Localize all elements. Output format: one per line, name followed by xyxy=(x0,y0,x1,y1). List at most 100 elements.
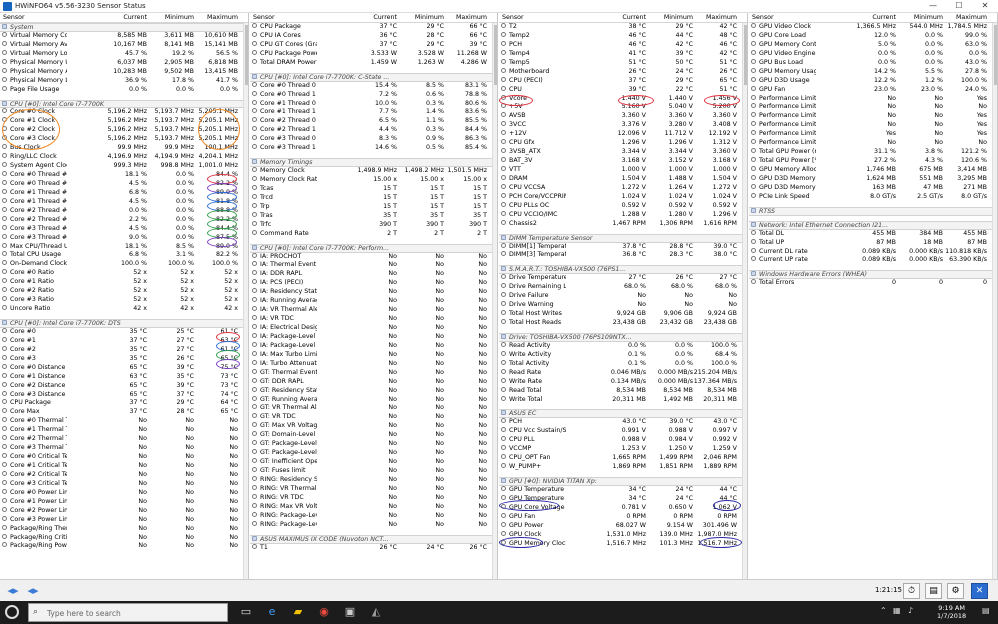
sensor-row[interactable]: IA: Running Average Thermal Limit No No No xyxy=(250,297,497,306)
sensor-row[interactable]: Core #2 Distance to TjMAX 65 °C 39 °C 73 °C xyxy=(0,381,248,391)
sensor-row[interactable]: GT: Fuses limit No No No xyxy=(250,467,497,476)
sensor-row[interactable]: Performance Limit - SLI GPUBoost Sync No N… xyxy=(749,139,997,148)
sensor-row[interactable]: IA: Turbo Attenuation (MCT) No No No xyxy=(250,359,497,369)
report-button[interactable]: ▤ xyxy=(925,583,942,599)
sensor-row[interactable]: Core #0 35 °C 25 °C 61 °C xyxy=(0,327,248,337)
header-maximum[interactable]: Maximum xyxy=(956,13,987,23)
scrollbar-thumb[interactable] xyxy=(994,25,997,85)
start-button[interactable] xyxy=(5,605,19,619)
sensor-row[interactable]: RING: Package-Level RAPL/PBM PL1 No No No xyxy=(250,511,497,521)
sensor-row[interactable]: Core #0 Power Limit Exceeded No No No xyxy=(0,488,248,498)
sensor-row[interactable]: Core #1 Thread #0 Usage 6.8 % 0.0 % 89.0 % xyxy=(0,188,248,198)
sensor-row[interactable]: Trfc 390 T 390 T 390 T xyxy=(250,220,497,230)
sensor-row[interactable]: Core #3 Thread #0 Usage 4.5 % 0.0 % 84.4 % xyxy=(0,224,248,234)
sensor-row[interactable]: Page File Usage 0.0 % 0.0 % 0.0 % xyxy=(0,85,248,95)
sensor-row[interactable]: GPU D3D Memory Dedicated 1,624 MB 551 MB 3,… xyxy=(749,174,997,184)
sensor-row[interactable]: GPU Temperature 34 °C 24 °C 44 °C xyxy=(499,485,747,495)
sensor-row[interactable]: Vcore 1.440 V 1.440 V 1.456 V xyxy=(499,94,747,104)
section-header[interactable]: ASUS MAXIMUS IX CODE (Nuvoton NCT... xyxy=(250,534,497,544)
sensor-row[interactable]: Core #2 Power Limit Exceeded No No No xyxy=(0,506,248,516)
sensor-row[interactable]: Core #1 Ratio 52 x 52 x 52 x xyxy=(0,278,248,287)
sensor-row[interactable]: Total GPU Power (normalized) [% of TDP] 3… xyxy=(749,148,997,157)
sensor-row[interactable]: Core #2 35 °C 27 °C 61 °C xyxy=(0,345,248,355)
header-maximum[interactable]: Maximum xyxy=(706,13,737,23)
sensor-row[interactable]: Memory Clock 1,498.9 MHz 1,498.2 MHz 1,501.… xyxy=(250,167,497,176)
sensor-row[interactable]: GPU Core Load 12.0 % 0.0 % 99.0 % xyxy=(749,31,997,41)
edge-icon[interactable]: e xyxy=(264,604,280,620)
sensor-row[interactable]: Performance Limit - Utilization Yes No Yes xyxy=(749,130,997,139)
sensor-row[interactable]: Chassis2 1,467 RPM 1,306 RPM 1,616 RPM xyxy=(499,219,747,229)
sensor-row[interactable]: CPU PLLs OC 0.592 V 0.592 V 0.592 V xyxy=(499,201,747,211)
sensor-row[interactable]: IA: VR TDC No No No xyxy=(250,315,497,324)
section-header[interactable]: Windows Hardware Errors (WHEA) xyxy=(749,270,997,280)
close-button[interactable]: ✕ xyxy=(972,0,998,12)
sensor-row[interactable]: PCIe Link Speed 8.0 GT/s 2.5 GT/s 8.0 GT/s xyxy=(749,192,997,202)
sensor-row[interactable]: Trp 15 T 15 T 15 T xyxy=(250,202,497,212)
header-minimum[interactable]: Minimum xyxy=(415,13,444,23)
tray-chevron-icon[interactable]: ⌃ xyxy=(880,606,887,615)
sensor-row[interactable]: Core #1 Critical Temperature No No No xyxy=(0,462,248,471)
sensor-row[interactable]: Core #2 Thermal Throttling No No No xyxy=(0,435,248,444)
sensor-row[interactable]: Read Activity 0.0 % 0.0 % 100.0 % xyxy=(499,341,747,351)
section-header[interactable]: Memory Timings xyxy=(250,158,497,168)
sensor-row[interactable]: Core #1 Distance to TjMAX 63 °C 35 °C 73 °C xyxy=(0,372,248,382)
sensor-row[interactable]: PCH 46 °C 42 °C 46 °C xyxy=(499,40,747,50)
sensor-row[interactable]: Core #1 Clock 5,196.2 MHz 5,193.7 MHz 5,205… xyxy=(0,117,248,126)
sensor-row[interactable]: Drive Remaining Life 68.0 % 68.0 % 68.0 % xyxy=(499,283,747,292)
sensor-row[interactable]: Total UP 87 MB 18 MB 87 MB xyxy=(749,238,997,248)
sensor-row[interactable]: GT: Max VR Voltage, ICCmax, PL4 No No No xyxy=(250,422,497,431)
sensor-row[interactable]: 3VSB_ATX 3.344 V 3.344 V 3.360 V xyxy=(499,148,747,157)
section-header[interactable]: CPU [#0]: Intel Core i7-7700K: Perform..… xyxy=(250,243,497,253)
sensor-row[interactable]: Core #0 Ratio 52 x 52 x 52 x xyxy=(0,269,248,278)
sensor-panel-1[interactable]: Sensor Current Minimum Maximum System Virtual… xyxy=(0,13,249,579)
sensor-row[interactable]: Write Activity 0.1 % 0.0 % 68.4 % xyxy=(499,350,747,360)
sensor-row[interactable]: Core #3 Ratio 52 x 52 x 52 x xyxy=(0,296,248,305)
sensor-row[interactable]: GPU Fan 0 RPM 0 RPM 0 RPM xyxy=(499,512,747,522)
sensor-row[interactable]: VCCMP 1.253 V 1.250 V 1.259 V xyxy=(499,445,747,454)
sensor-row[interactable]: Core #1 Power Limit Exceeded No No No xyxy=(0,497,248,507)
sensor-row[interactable]: Performance Limit - Thermal No No No xyxy=(749,103,997,112)
sensor-row[interactable]: Core #2 Thread 0 C0 Residency 6.5 % 1.1 % 8… xyxy=(250,117,497,126)
sensor-row[interactable]: IA: Package-Level RAPL/PBM PL2,PL3 No No No xyxy=(250,341,497,351)
sensor-row[interactable]: Package/Ring Thermal Throttling No No No xyxy=(0,524,248,534)
sensor-row[interactable]: IA: Electrical Design Point/Other (ICCma… xyxy=(250,324,497,333)
sensor-row[interactable]: Tcas 15 T 15 T 15 T xyxy=(250,184,497,194)
network-icon[interactable]: ▦ xyxy=(893,606,901,615)
sensor-row[interactable]: Total GPU Power [% of TDP] 27.2 % 4.3 % 120… xyxy=(749,157,997,166)
sensor-row[interactable]: CPU (PECI) 37 °C 29 °C 65 °C xyxy=(499,76,747,86)
sensor-row[interactable]: GT: Residency State Regulation No No No xyxy=(250,386,497,396)
header-maximum[interactable]: Maximum xyxy=(207,13,238,23)
sensor-row[interactable]: Core #2 Thread #0 Usage 0.0 % 0.0 % 88.8 % xyxy=(0,206,248,216)
sensor-row[interactable]: GPU Video Clock 1,366.5 MHz 544.0 MHz 1,784… xyxy=(749,23,997,32)
sensor-row[interactable]: Core #0 Critical Temperature No No No xyxy=(0,453,248,462)
sensor-row[interactable]: Drive Failure No No No xyxy=(499,292,747,301)
sensor-row[interactable]: Core #0 Thread 0 C0 Residency 15.4 % 8.5 %… xyxy=(250,81,497,91)
sensor-row[interactable]: Write Rate 0.134 MB/s 0.000 MB/s 137.364 MB… xyxy=(499,377,747,387)
sensor-row[interactable]: T2 38 °C 29 °C 42 °C xyxy=(499,23,747,32)
panel-scrollbar[interactable] xyxy=(243,23,248,579)
sensor-row[interactable]: RING: Residency State Regulation No No No xyxy=(250,475,497,485)
clock-reset-button[interactable]: ⏱ xyxy=(903,583,920,599)
section-header[interactable]: GPU [#0]: NVIDIA TITAN Xp: xyxy=(499,477,747,486)
scrollbar-thumb[interactable] xyxy=(494,25,497,85)
sensor-panel-3[interactable]: Sensor Current Minimum Maximum T2 38 °C 29 °C 4… xyxy=(499,13,748,579)
volume-icon[interactable]: ♪ xyxy=(908,606,913,615)
sensor-row[interactable]: Read Total 8,534 MB 8,534 MB 8,534 MB xyxy=(499,386,747,396)
sensor-row[interactable]: GT: Running Average Thermal Limit No No No xyxy=(250,395,497,405)
sensor-row[interactable]: Total DRAM Power 1.459 W 1.263 W 4.286 W xyxy=(250,58,497,68)
sensor-row[interactable]: GPU Core Voltage 0.781 V 0.650 V 1.062 V xyxy=(499,503,747,513)
sensor-row[interactable]: Current DL rate 0.089 KB/s 0.000 KB/s 110.8… xyxy=(749,247,997,257)
sensor-row[interactable]: Uncore Ratio 42 x 42 x 42 x xyxy=(0,305,248,314)
sensor-row[interactable]: Current UP rate 0.089 KB/s 0.000 KB/s 63.39… xyxy=(749,256,997,265)
sensor-row[interactable]: CPU 39 °C 22 °C 51 °C xyxy=(499,85,747,95)
sensor-row[interactable]: Core #1 Thread 0 C0 Residency 10.0 % 0.3 %… xyxy=(250,99,497,109)
sensor-row[interactable]: VTT 1.000 V 1.000 V 1.000 V xyxy=(499,166,747,175)
sensor-row[interactable]: IA: VR Thermal Alert No No No xyxy=(250,306,497,315)
chrome-icon[interactable]: ◉ xyxy=(316,604,332,620)
sensor-row[interactable]: IA: PCS (PECI) No No No xyxy=(250,279,497,288)
sensor-row[interactable]: Core #3 Thread 0 C0 Residency 8.3 % 0.9 % 8… xyxy=(250,135,497,144)
sensor-row[interactable]: GPU Memory Clock 1,516.7 MHz 101.3 MHz 1,51… xyxy=(499,539,747,549)
sensor-row[interactable]: DRAM 1.504 V 1.488 V 1.504 V xyxy=(499,174,747,184)
scrollbar-thumb[interactable] xyxy=(245,25,248,85)
sensor-row[interactable]: GPU Memory Controller Load 5.0 % 0.0 % 63.0… xyxy=(749,40,997,50)
